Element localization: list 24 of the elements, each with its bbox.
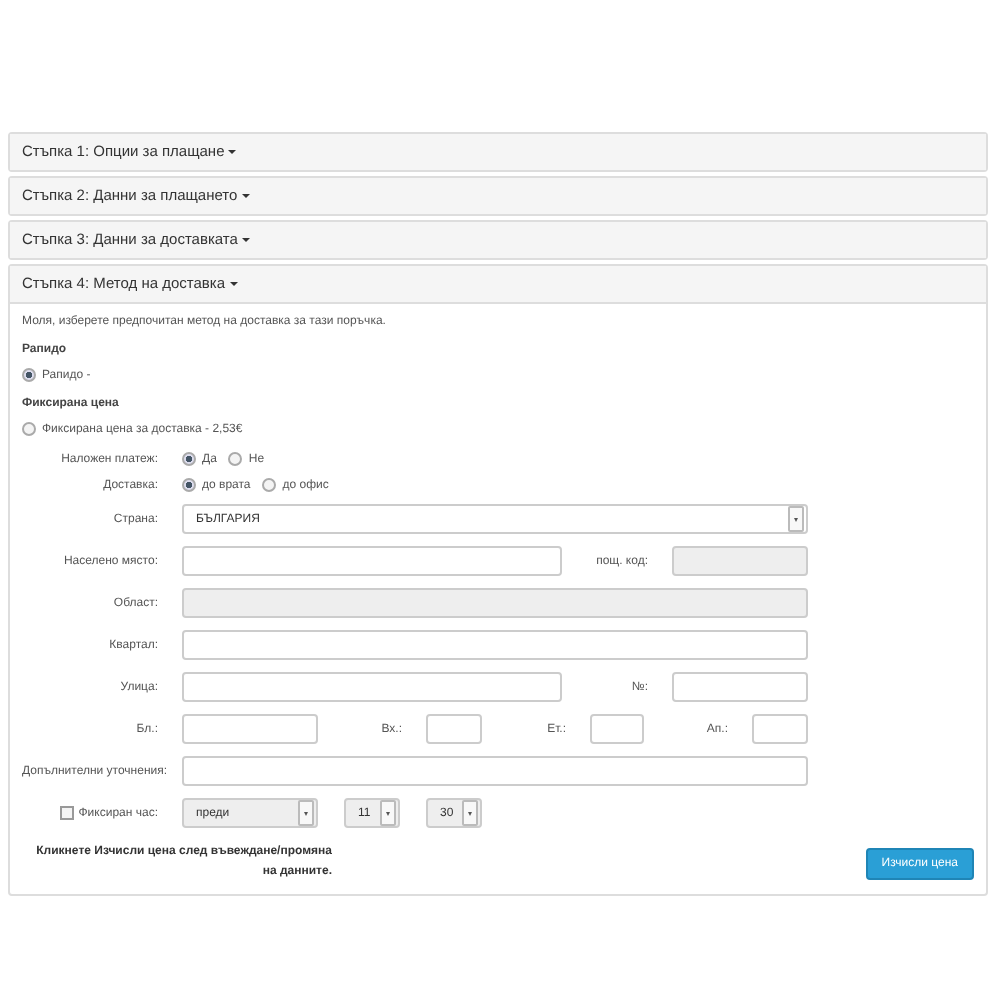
input-field[interactable]	[182, 672, 562, 702]
input-field[interactable]	[672, 672, 808, 702]
radio-button[interactable]	[182, 452, 196, 466]
dropdown-icon	[788, 506, 804, 532]
input-field[interactable]	[182, 630, 808, 660]
dropdown-icon	[462, 800, 478, 826]
radio-button[interactable]	[182, 478, 196, 492]
checkbox[interactable]	[60, 806, 75, 820]
input-field[interactable]	[182, 756, 808, 786]
input-field[interactable]	[426, 714, 482, 744]
dropdown-icon	[380, 800, 396, 826]
dropdown-icon	[298, 800, 314, 826]
radio-button[interactable]	[22, 368, 36, 382]
input-field[interactable]	[590, 714, 644, 744]
input-field[interactable]	[182, 546, 562, 576]
radio-button[interactable]	[22, 422, 36, 436]
caret-icon	[229, 282, 238, 287]
input-field[interactable]	[182, 714, 318, 744]
radio-button[interactable]	[262, 478, 277, 492]
caret-icon	[241, 194, 250, 199]
input-field[interactable]	[752, 714, 808, 744]
caret-icon	[242, 238, 251, 243]
caret-icon	[228, 150, 237, 155]
radio-button[interactable]	[228, 452, 243, 466]
